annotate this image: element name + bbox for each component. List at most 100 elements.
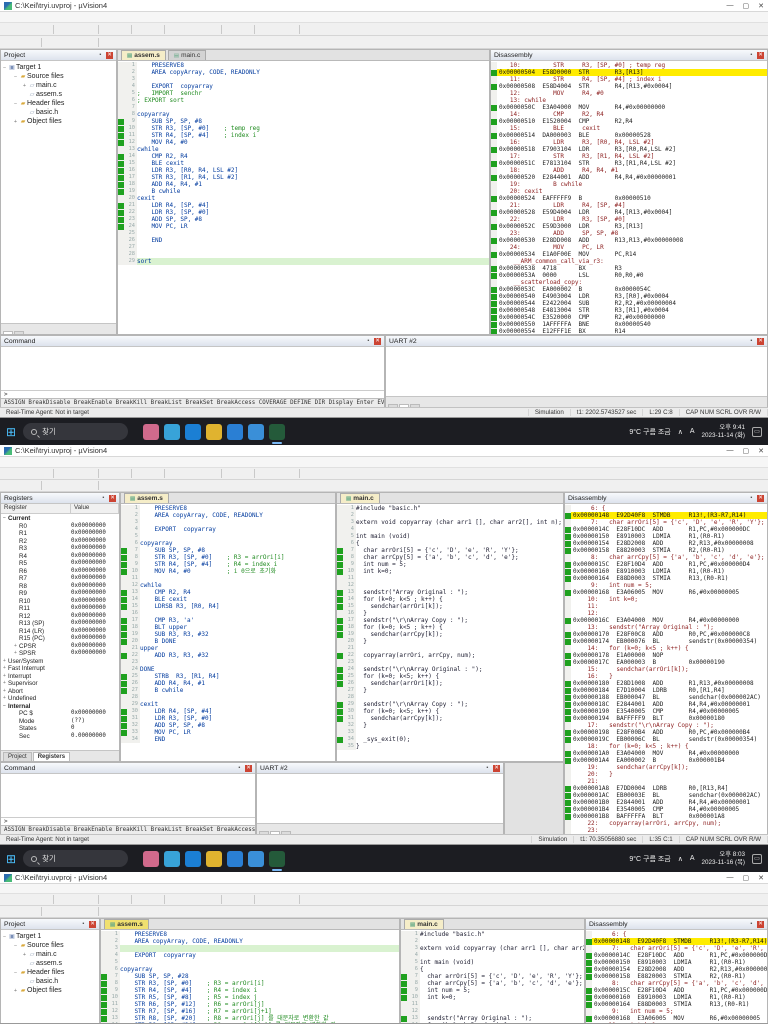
open-icon[interactable] [15,468,27,480]
R6[interactable]: R6 0x00000000 [1,568,119,576]
run-to-line-icon[interactable] [84,36,96,48]
trace-window-icon[interactable] [165,906,177,918]
expander-icon[interactable] [12,598,19,606]
expander-icon[interactable]: − [1,65,8,71]
R12[interactable]: R12 0x00000000 [1,613,119,621]
new-file-icon[interactable] [3,468,15,480]
expander-icon[interactable] [12,733,19,741]
expander-icon[interactable]: + [12,119,19,125]
nav-back-icon[interactable] [138,468,150,480]
c-editor[interactable]: 1 #include "basic.h" 2 3 extern void copyarr… [401,930,584,1023]
save-all-icon[interactable] [39,468,51,480]
tree-item[interactable]: ▱ basic.h [1,977,99,986]
system-viewer-icon[interactable] [177,36,189,48]
analysis-window-icon[interactable] [153,906,165,918]
redo-icon[interactable] [117,23,129,35]
expander-icon[interactable] [12,530,19,538]
editor-tab[interactable]: ▤ assem.s [124,493,169,503]
target-options-icon[interactable] [306,468,318,480]
toolbox-icon[interactable] [189,480,201,492]
maximize-button[interactable]: ▢ [743,874,750,882]
start-button[interactable]: ⊞ [6,425,16,439]
taskbar-search[interactable]: 찾기 [23,850,129,867]
uart-output[interactable] [257,774,503,823]
taskbar-clock[interactable]: 오후 9:41 2023-11-14 (화) [702,424,745,440]
nav-forward-icon[interactable] [150,894,162,906]
Sec[interactable]: Sec 0.00000000 [1,733,119,741]
reset-icon[interactable] [3,480,15,492]
save-all-icon[interactable] [39,23,51,35]
close-icon[interactable]: ✕ [89,920,96,928]
pin-icon[interactable]: ▪ [80,921,87,928]
tree-item[interactable]: ▱ assem.s [1,959,99,968]
pin-icon[interactable]: ▪ [748,921,755,928]
ime-language-indicator[interactable]: A [690,855,695,862]
close-icon[interactable]: ✕ [757,51,764,59]
expander-icon[interactable] [12,628,19,636]
expander-icon[interactable] [12,710,19,718]
R8[interactable]: R8 0x00000000 [1,583,119,591]
copy-icon[interactable] [72,468,84,480]
expander-icon[interactable]: − [12,970,19,976]
expander-icon[interactable] [12,553,19,561]
expander-icon[interactable] [12,583,19,591]
expander-icon[interactable] [12,590,19,598]
close-icon[interactable]: ✕ [106,51,113,59]
symbol-window-icon[interactable] [129,480,141,492]
reset-icon[interactable] [3,36,15,48]
step-into-icon[interactable] [48,906,60,918]
expander-icon[interactable] [12,568,19,576]
indent-icon[interactable] [183,23,195,35]
nav-forward-icon[interactable] [150,468,162,480]
stop-icon[interactable] [27,480,39,492]
R4[interactable]: R4 0x00000000 [1,553,119,561]
taskbar-search[interactable]: 찾기 [23,423,129,440]
breakpoint-kill-icon[interactable] [285,468,297,480]
panel-tab[interactable] [14,331,24,334]
R7[interactable]: R7 0x00000000 [1,575,119,583]
weather-widget[interactable]: 9°C 구름 조금 [629,854,670,864]
breakpoint-kill-icon[interactable] [285,894,297,906]
pin-icon[interactable]: ▪ [748,338,755,345]
save-icon[interactable] [27,468,39,480]
close-icon[interactable]: ✕ [493,764,500,772]
Supervisor[interactable]: + Supervisor [1,680,119,688]
expander-icon[interactable] [12,620,19,628]
close-icon[interactable]: ✕ [757,337,764,345]
Current[interactable]: − Current [1,515,119,523]
minimize-button[interactable]: — [727,874,734,882]
cut-icon[interactable] [60,894,72,906]
symbol-window-icon[interactable] [129,906,141,918]
tree-item[interactable]: − ▰ Source files [1,941,99,950]
copy-icon[interactable] [72,23,84,35]
bookmark-icon[interactable] [171,894,183,906]
R1[interactable]: R1 0x00000000 [1,530,119,538]
maximize-button[interactable]: ▢ [743,447,750,455]
breakpoint-kill-icon[interactable] [285,23,297,35]
configure-icon[interactable] [318,23,330,35]
expander-icon[interactable] [12,538,19,546]
panel-tab-project[interactable]: Project [3,752,32,761]
expander-icon[interactable] [12,560,19,568]
run-to-line-icon[interactable] [84,906,96,918]
nav-forward-icon[interactable] [150,23,162,35]
expander-icon[interactable]: + [21,952,28,958]
uart-output[interactable] [386,347,767,396]
undo-icon[interactable] [105,894,117,906]
expander-icon[interactable] [12,523,19,531]
serial-window-icon[interactable] [141,36,153,48]
pin-icon[interactable]: ▪ [484,765,491,772]
command-window-icon[interactable] [105,480,117,492]
Interrupt[interactable]: + Interrupt [1,673,119,681]
pin-icon[interactable]: ▪ [748,495,755,502]
expander-icon[interactable] [12,605,19,613]
close-icon[interactable]: ✕ [757,494,764,502]
minimize-button[interactable]: — [727,2,734,10]
R10[interactable]: R10 0x00000000 [1,598,119,606]
c-editor[interactable]: 1 #include "basic.h" 2 3 extern void copyarr… [337,504,563,761]
breakpoint-disable-icon[interactable] [273,894,285,906]
app-store-icon[interactable] [227,423,244,440]
start-button[interactable]: ⊞ [6,852,16,866]
command-input[interactable]: > [1,817,255,825]
expander-icon[interactable]: + [1,665,8,673]
